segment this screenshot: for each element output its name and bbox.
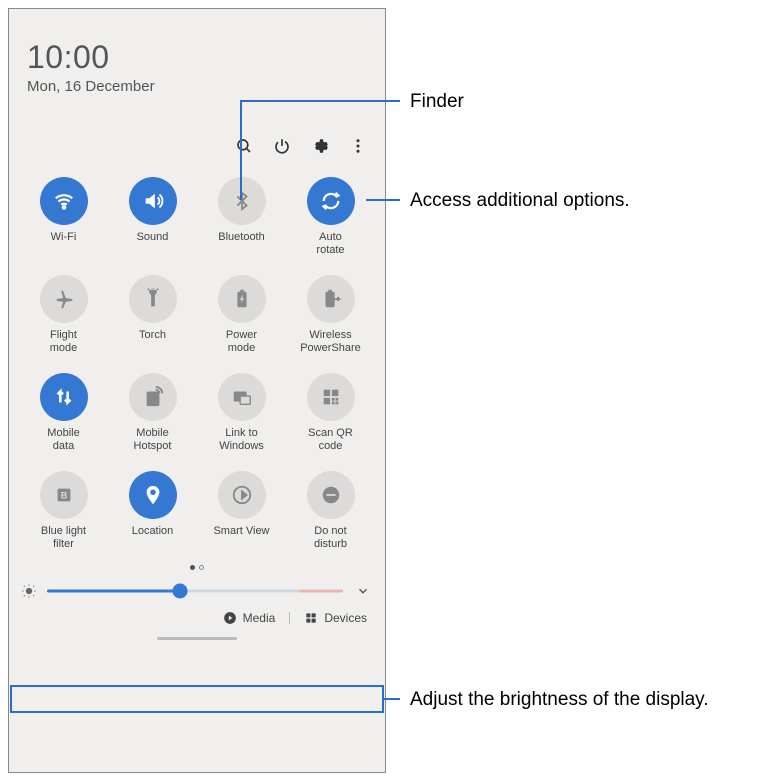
tile-location[interactable]: Location bbox=[108, 465, 197, 557]
gear-icon[interactable] bbox=[305, 131, 335, 161]
tile-smartview[interactable]: Smart View bbox=[197, 465, 286, 557]
search-icon[interactable] bbox=[229, 131, 259, 161]
tile-label: Scan QR code bbox=[308, 427, 353, 453]
power-icon[interactable] bbox=[267, 131, 297, 161]
media-button[interactable]: Media bbox=[223, 611, 276, 625]
callout-line bbox=[384, 698, 400, 700]
qr-icon bbox=[307, 373, 355, 421]
bottom-row: Media Devices bbox=[9, 605, 385, 631]
phone-frame: 10:00 Mon, 16 December Wi-Fi Sound Bluet… bbox=[8, 8, 386, 773]
location-icon bbox=[129, 471, 177, 519]
tile-hotspot[interactable]: Mobile Hotspot bbox=[108, 367, 197, 459]
dnd-icon bbox=[307, 471, 355, 519]
brightness-slider[interactable] bbox=[47, 584, 343, 598]
home-indicator[interactable] bbox=[157, 637, 237, 640]
airplane-icon bbox=[40, 275, 88, 323]
clock-date: Mon, 16 December bbox=[27, 78, 367, 95]
tile-power-mode[interactable]: Power mode bbox=[197, 269, 286, 361]
callout-line bbox=[240, 100, 400, 102]
tile-mobiledata[interactable]: Mobile data bbox=[19, 367, 108, 459]
battery-icon bbox=[218, 275, 266, 323]
divider bbox=[289, 612, 290, 624]
brightness-row bbox=[9, 577, 385, 605]
wifi-icon bbox=[40, 177, 88, 225]
tile-dnd[interactable]: Do not disturb bbox=[286, 465, 375, 557]
tile-label: Bluetooth bbox=[218, 231, 264, 257]
tile-label: Mobile data bbox=[47, 427, 79, 453]
tile-sound[interactable]: Sound bbox=[108, 171, 197, 263]
more-icon[interactable] bbox=[343, 131, 373, 161]
slider-thumb[interactable] bbox=[173, 584, 188, 599]
page-indicator bbox=[9, 557, 385, 577]
callout-line bbox=[366, 199, 400, 201]
tile-label: Location bbox=[132, 525, 174, 551]
annotation-brightness: Adjust the brightness of the display. bbox=[410, 688, 710, 713]
bluelight-icon: B bbox=[40, 471, 88, 519]
tile-wifi[interactable]: Wi-Fi bbox=[19, 171, 108, 263]
tile-bluelight[interactable]: B Blue light filter bbox=[19, 465, 108, 557]
svg-text:B: B bbox=[60, 491, 67, 501]
tile-label: Wireless PowerShare bbox=[300, 329, 361, 355]
clock-time: 10:00 bbox=[27, 39, 367, 76]
tile-linkwindows[interactable]: Link to Windows bbox=[197, 367, 286, 459]
powershare-icon bbox=[307, 275, 355, 323]
tile-label: Flight mode bbox=[50, 329, 78, 355]
rotate-icon bbox=[307, 177, 355, 225]
callout-line bbox=[240, 100, 242, 200]
header: 10:00 Mon, 16 December bbox=[9, 9, 385, 101]
tile-flight[interactable]: Flight mode bbox=[19, 269, 108, 361]
tile-label: Smart View bbox=[213, 525, 269, 551]
tile-torch[interactable]: Torch bbox=[108, 269, 197, 361]
tile-label: Sound bbox=[137, 231, 169, 257]
quick-settings-grid: Wi-Fi Sound Bluetooth Auto rotate Flight… bbox=[9, 165, 385, 557]
tile-autorotate[interactable]: Auto rotate bbox=[286, 171, 375, 263]
toolbar bbox=[9, 101, 385, 165]
tile-label: Link to Windows bbox=[219, 427, 264, 453]
media-label: Media bbox=[243, 611, 276, 625]
torch-icon bbox=[129, 275, 177, 323]
chevron-down-icon[interactable] bbox=[351, 584, 375, 598]
tile-powershare[interactable]: Wireless PowerShare bbox=[286, 269, 375, 361]
hotspot-icon bbox=[129, 373, 177, 421]
tile-label: Wi-Fi bbox=[51, 231, 77, 257]
tile-qr[interactable]: Scan QR code bbox=[286, 367, 375, 459]
annotation-more: Access additional options. bbox=[410, 189, 630, 214]
data-icon bbox=[40, 373, 88, 421]
brightness-icon bbox=[19, 583, 39, 599]
tile-label: Torch bbox=[139, 329, 166, 355]
tile-label: Blue light filter bbox=[41, 525, 86, 551]
annotation-finder: Finder bbox=[410, 90, 464, 115]
tile-label: Mobile Hotspot bbox=[134, 427, 172, 453]
windows-icon bbox=[218, 373, 266, 421]
sound-icon bbox=[129, 177, 177, 225]
tile-label: Power mode bbox=[226, 329, 257, 355]
devices-button[interactable]: Devices bbox=[304, 611, 367, 625]
tile-label: Auto rotate bbox=[316, 231, 344, 257]
smartview-icon bbox=[218, 471, 266, 519]
tile-label: Do not disturb bbox=[314, 525, 347, 551]
devices-label: Devices bbox=[324, 611, 367, 625]
